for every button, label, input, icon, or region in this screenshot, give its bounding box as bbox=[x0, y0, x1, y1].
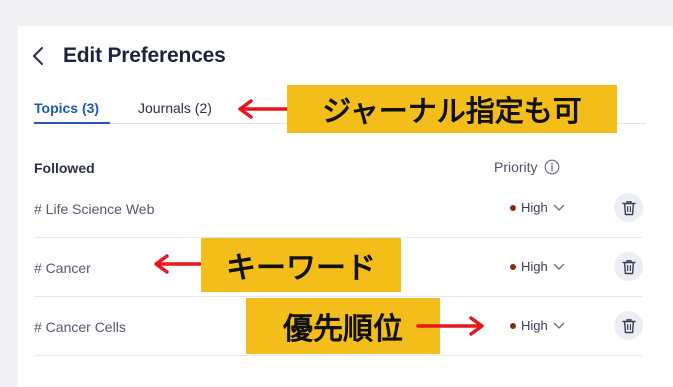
priority-dropdown[interactable]: High bbox=[510, 200, 565, 215]
arrow-left-icon bbox=[154, 254, 206, 274]
arrow-right-icon bbox=[416, 316, 484, 336]
priority-heading-label: Priority bbox=[494, 159, 538, 175]
topic-row: # Life Science Web High bbox=[34, 179, 643, 238]
chevron-down-icon bbox=[553, 204, 564, 211]
arrow-left-icon bbox=[238, 99, 290, 119]
topic-label: # Life Science Web bbox=[34, 201, 155, 217]
priority-heading: Priority bbox=[494, 159, 560, 175]
priority-dot bbox=[510, 204, 516, 211]
tab-journals[interactable]: Journals (2) bbox=[138, 100, 212, 116]
priority-dot bbox=[510, 263, 516, 270]
priority-value: High bbox=[521, 259, 548, 274]
priority-value: High bbox=[521, 318, 548, 333]
chevron-down-icon bbox=[553, 263, 564, 270]
callout-journals: ジャーナル指定も可 bbox=[287, 85, 617, 133]
active-tab-indicator bbox=[34, 122, 110, 124]
page-title: Edit Preferences bbox=[63, 44, 226, 67]
priority-dropdown[interactable]: High bbox=[510, 259, 565, 274]
delete-button[interactable] bbox=[614, 252, 643, 281]
priority-dot bbox=[510, 322, 516, 329]
chevron-down-icon bbox=[553, 322, 564, 329]
priority-dropdown[interactable]: High bbox=[510, 318, 565, 333]
topic-label: # Cancer Cells bbox=[34, 319, 126, 335]
delete-button[interactable] bbox=[614, 311, 643, 340]
delete-button[interactable] bbox=[614, 193, 643, 222]
header: Edit Preferences bbox=[32, 42, 226, 70]
priority-value: High bbox=[521, 200, 548, 215]
followed-heading: Followed bbox=[34, 160, 95, 176]
back-button[interactable] bbox=[32, 42, 54, 70]
info-icon[interactable] bbox=[544, 159, 560, 175]
trash-icon bbox=[621, 200, 636, 215]
tab-topics[interactable]: Topics (3) bbox=[34, 100, 99, 116]
chevron-left-icon bbox=[33, 47, 43, 65]
topic-label: # Cancer bbox=[34, 260, 91, 276]
trash-icon bbox=[621, 259, 636, 274]
callout-keyword: キーワード bbox=[201, 238, 401, 292]
callout-priority: 優先順位 bbox=[246, 298, 440, 354]
trash-icon bbox=[621, 318, 636, 333]
